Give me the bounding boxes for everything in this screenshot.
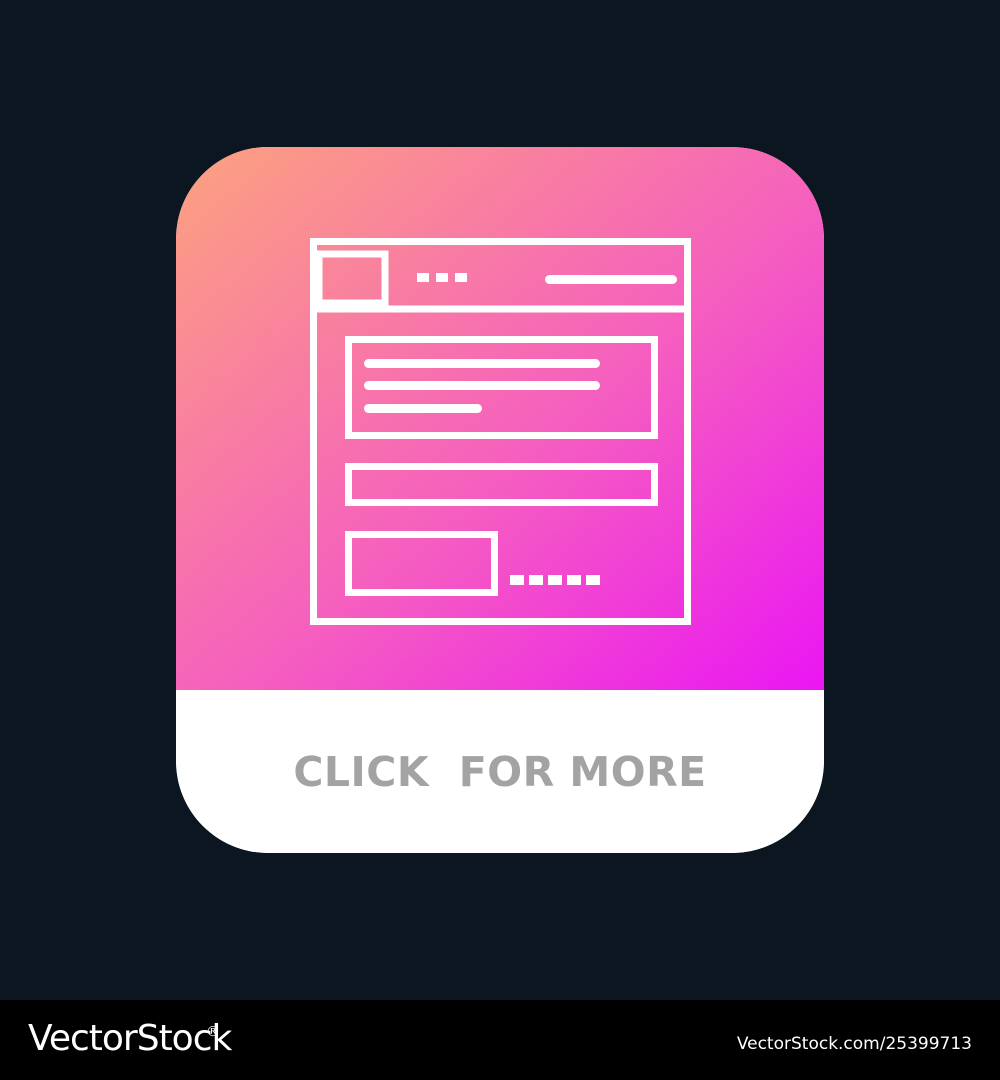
app-button[interactable]: CLICK FOR MORE <box>176 147 824 853</box>
brand-logo: VectorStock <box>28 1018 232 1059</box>
cta-label: CLICK FOR MORE <box>293 747 707 796</box>
icon-panel-graphic <box>176 147 824 690</box>
stock-id: VectorStock.com/25399713 <box>736 1034 972 1054</box>
cta-bar[interactable]: CLICK FOR MORE <box>176 690 824 853</box>
registered-mark: ® <box>206 1024 220 1040</box>
icon-panel <box>176 147 824 690</box>
